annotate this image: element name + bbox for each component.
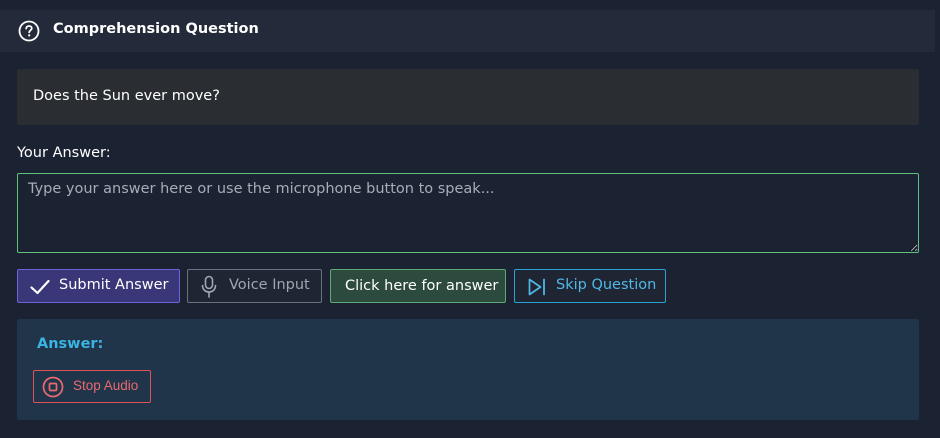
answer-textarea[interactable]: [17, 173, 919, 253]
microphone-icon: [200, 275, 218, 303]
skip-question-label: Skip Question: [556, 277, 657, 293]
checkmark-icon: [30, 278, 50, 300]
panel-header: Comprehension Question: [0, 10, 935, 52]
stop-audio-button[interactable]: Stop Audio: [33, 370, 151, 403]
answer-title: Answer:: [37, 336, 104, 352]
voice-input-label: Voice Input: [229, 277, 310, 293]
voice-input-button[interactable]: Voice Input: [187, 269, 322, 303]
question-box: Does the Sun ever move?: [17, 69, 919, 125]
submit-answer-button[interactable]: Submit Answer: [17, 269, 180, 303]
help-circle-icon: [18, 20, 40, 42]
submit-answer-label: Submit Answer: [59, 277, 169, 293]
answer-panel: Answer: Stop Audio: [17, 319, 919, 420]
stop-audio-label: Stop Audio: [73, 378, 139, 393]
answer-label: Your Answer:: [17, 145, 111, 161]
question-text: Does the Sun ever move?: [33, 88, 220, 104]
stop-circle-icon: [42, 376, 64, 401]
panel-title: Comprehension Question: [53, 21, 259, 37]
comprehension-panel: Comprehension Question Does the Sun ever…: [0, 0, 940, 438]
show-answer-label: Click here for answer: [345, 278, 499, 294]
skip-forward-icon: [527, 277, 547, 301]
show-answer-button[interactable]: Click here for answer: [330, 269, 506, 303]
skip-question-button[interactable]: Skip Question: [514, 269, 666, 303]
